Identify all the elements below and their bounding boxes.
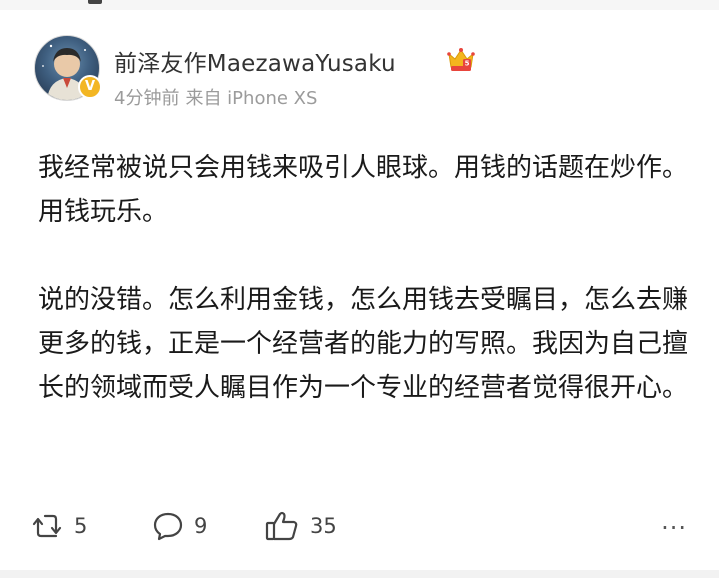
post-meta: 4分钟前 来自 iPhone XS xyxy=(114,84,317,110)
crown-badge-icon[interactable]: 5 xyxy=(446,45,476,73)
repost-icon xyxy=(30,511,64,541)
verified-badge: V xyxy=(78,75,102,99)
post-paragraph: 说的没错。怎么利用金钱，怎么用钱去受瞩目，怎么去赚更多的钱，正是一个经营者的能力… xyxy=(38,285,689,403)
action-bar: 5 9 35 ··· xyxy=(0,506,719,546)
author-name[interactable]: 前泽友作MaezawaYusaku xyxy=(114,44,396,78)
comment-icon xyxy=(152,511,184,541)
svg-text:5: 5 xyxy=(465,60,470,68)
avatar[interactable]: V xyxy=(34,35,102,101)
post-source[interactable]: 来自 iPhone XS xyxy=(185,88,317,109)
post-content: 我经常被说只会用钱来吸引人眼球。用钱的话题在炒作。用钱玩乐。 说的没错。怎么利用… xyxy=(38,146,698,410)
repost-count: 5 xyxy=(74,514,88,538)
post-card: V 前泽友作MaezawaYusaku 5 4分钟前 来自 iPhone XS 我… xyxy=(0,10,719,578)
post-paragraph: 我经常被说只会用钱来吸引人眼球。用钱的话题在炒作。用钱玩乐。 xyxy=(38,153,689,227)
more-options-button[interactable]: ··· xyxy=(661,516,687,540)
status-indicator xyxy=(88,0,102,4)
like-count: 35 xyxy=(310,514,337,538)
thumbs-up-icon xyxy=(264,510,300,542)
comment-count: 9 xyxy=(194,514,208,538)
like-button[interactable]: 35 xyxy=(264,506,337,546)
comment-button[interactable]: 9 xyxy=(152,506,207,546)
divider xyxy=(0,570,719,578)
repost-button[interactable]: 5 xyxy=(30,506,87,546)
post-time: 4分钟前 xyxy=(114,88,180,109)
